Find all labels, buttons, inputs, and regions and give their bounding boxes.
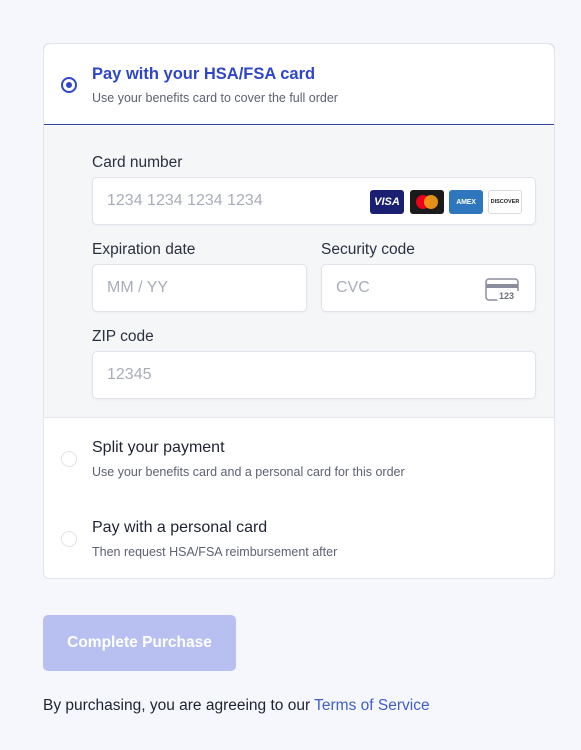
personal-radio[interactable]	[61, 531, 77, 547]
cvc-card-icon: 123	[485, 278, 520, 301]
expiration-label: Expiration date	[92, 241, 196, 258]
hsa-radio[interactable]	[61, 77, 77, 93]
card-number-field[interactable]: VISA AMEX DISCOVER	[92, 177, 536, 225]
option-split-payment[interactable]: Split your payment Use your benefits car…	[44, 418, 554, 498]
expiration-input[interactable]	[93, 265, 306, 311]
security-code-label: Security code	[321, 241, 415, 258]
terms-notice: By purchasing, you are agreeing to our T…	[43, 697, 430, 715]
expiration-field[interactable]	[92, 264, 307, 312]
card-number-label: Card number	[92, 154, 183, 171]
complete-purchase-button[interactable]: Complete Purchase	[43, 615, 236, 671]
terms-of-service-link[interactable]: Terms of Service	[314, 697, 429, 714]
security-code-field[interactable]: 123	[321, 264, 536, 312]
split-option-subtitle: Use your benefits card and a personal ca…	[92, 465, 405, 479]
zip-label: ZIP code	[92, 328, 154, 345]
terms-prefix: By purchasing, you are agreeing to our	[43, 697, 315, 714]
split-option-title: Split your payment	[92, 439, 225, 456]
svg-text:123: 123	[499, 291, 514, 301]
personal-option-title: Pay with a personal card	[92, 519, 268, 536]
zip-input[interactable]	[93, 352, 535, 398]
option-personal-card[interactable]: Pay with a personal card Then request HS…	[44, 498, 554, 578]
mastercard-icon	[410, 190, 444, 214]
card-form: Card number VISA AMEX DISCOVER Expiratio…	[44, 126, 554, 418]
amex-icon: AMEX	[449, 190, 483, 214]
hsa-option-title: Pay with your HSA/FSA card	[92, 65, 316, 83]
personal-option-subtitle: Then request HSA/FSA reimbursement after	[92, 545, 338, 559]
discover-icon: DISCOVER	[488, 190, 522, 214]
zip-field[interactable]	[92, 351, 536, 399]
option-hsa-fsa[interactable]: Pay with your HSA/FSA card Use your bene…	[44, 44, 554, 125]
visa-icon: VISA	[370, 190, 404, 214]
hsa-option-subtitle: Use your benefits card to cover the full…	[92, 91, 338, 105]
split-radio[interactable]	[61, 451, 77, 467]
payment-options-card: Pay with your HSA/FSA card Use your bene…	[43, 43, 555, 579]
